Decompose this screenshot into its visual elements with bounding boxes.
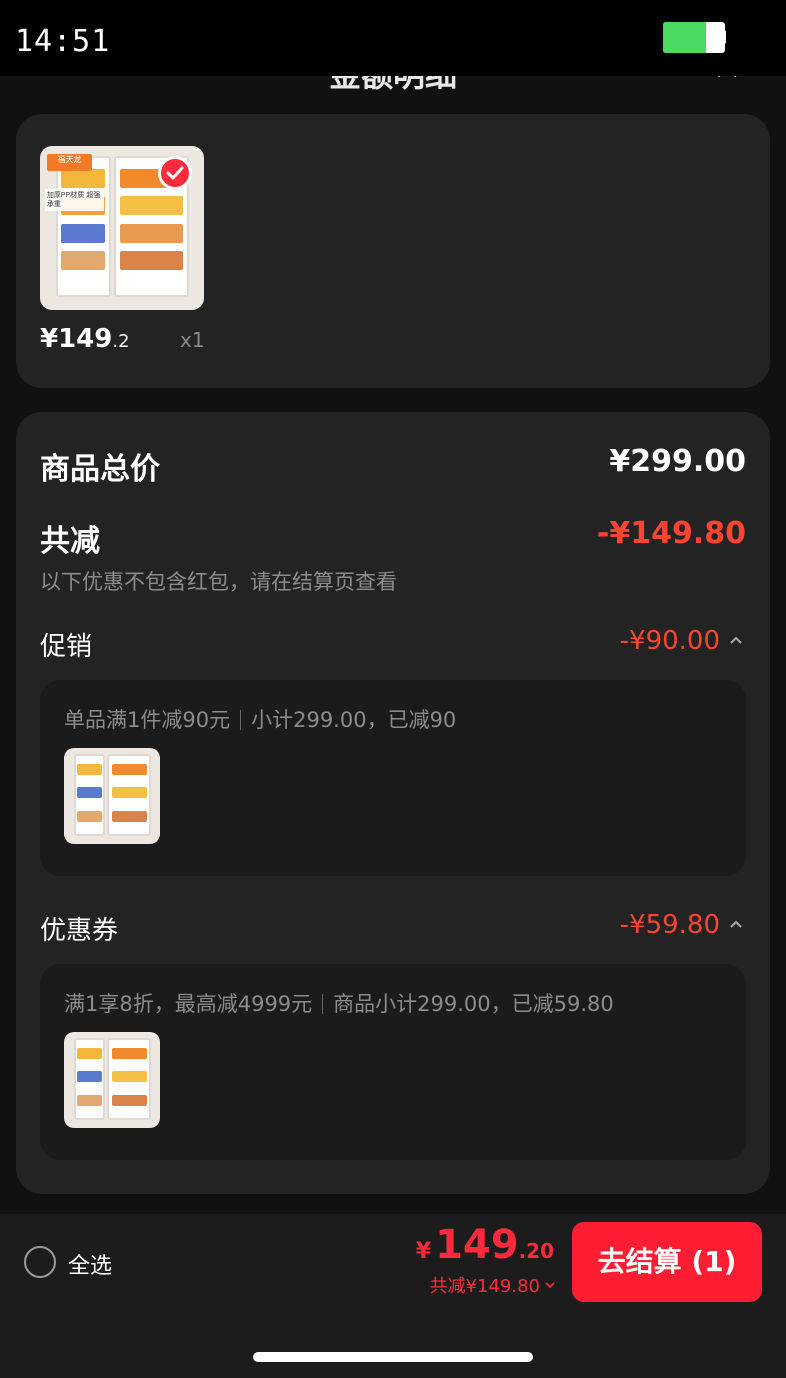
thumbnail-caption: 加厚PP材质 超强承重 [44, 188, 104, 211]
status-bar: 14:51 [0, 0, 786, 76]
coupon-rule: 满1享8折，最高减4999元 [64, 992, 313, 1016]
home-indicator [253, 1352, 533, 1362]
coupon-description: 满1享8折，最高减4999元 商品小计299.00，已减59.80 [64, 988, 614, 1018]
promotion-subtotal: 小计299.00，已减90 [251, 708, 457, 732]
product-card: 福天龙 加厚PP材质 超强承重 ¥149.2 x1 [16, 114, 770, 388]
promotion-description: 单品满1件减90元 小计299.00，已减90 [64, 704, 456, 734]
promotion-value: -¥90.00 [619, 626, 720, 656]
total-label: 商品总价 [40, 452, 160, 487]
product-quantity: x1 [180, 328, 205, 352]
chevron-up-icon [730, 636, 742, 644]
product-price-main: ¥149 [40, 324, 113, 354]
final-price-decimal: .20 [518, 1239, 554, 1263]
product-price-cents: .2 [112, 331, 130, 352]
chevron-up-icon [730, 920, 742, 928]
shelf-left-graphic [56, 155, 111, 297]
coupon-subtotal: 商品小计299.00，已减59.80 [333, 992, 614, 1016]
amount-detail-screen: 14:51 金额明细 ✕ 福天龙 加厚PP材质 超强承重 [0, 0, 786, 1378]
promotion-label: 促销 [40, 632, 93, 662]
coupon-product-thumbnail[interactable] [64, 1032, 160, 1128]
product-price: ¥149.2 [40, 324, 130, 354]
promotion-rule: 单品满1件减90元 [64, 708, 231, 732]
divider [322, 994, 324, 1014]
coupon-value: -¥59.80 [619, 910, 720, 940]
reduce-label: 共减 [40, 524, 100, 559]
selected-check-icon[interactable] [158, 156, 192, 190]
total-value: ¥299.00 [609, 444, 746, 479]
reduce-value: -¥149.80 [596, 516, 746, 551]
battery-cap [723, 30, 726, 44]
promotion-toggle[interactable]: -¥90.00 [620, 626, 744, 656]
final-price-integer: 149 [435, 1222, 519, 1268]
chevron-down-icon [545, 1282, 555, 1289]
coupon-toggle[interactable]: -¥59.80 [620, 910, 744, 940]
total-reduce-toggle[interactable]: 共减¥149.80 [430, 1272, 556, 1298]
battery-icon [663, 22, 725, 53]
promotion-detail-box: 单品满1件减90元 小计299.00，已减90 [40, 680, 746, 876]
promotion-product-thumbnail[interactable] [64, 748, 160, 844]
select-all-radio[interactable] [24, 1246, 56, 1278]
divider [240, 710, 242, 730]
final-price: ¥149.20 [416, 1222, 554, 1268]
coupon-label: 优惠券 [40, 916, 119, 946]
checkout-button[interactable]: 去结算 (1) [572, 1222, 762, 1302]
coupon-detail-box: 满1享8折，最高减4999元 商品小计299.00，已减59.80 [40, 964, 746, 1160]
select-all-label[interactable]: 全选 [68, 1248, 112, 1280]
battery-level-fill [663, 22, 707, 53]
price-summary-card: 商品总价 ¥299.00 共减 -¥149.80 以下优惠不包含红包，请在结算页… [16, 412, 770, 1194]
final-price-currency: ¥ [415, 1239, 432, 1264]
total-reduce-text: 共减¥149.80 [429, 1276, 540, 1297]
brand-tag: 福天龙 [46, 154, 93, 171]
status-time: 14:51 [15, 24, 111, 59]
reduce-note: 以下优惠不包含红包，请在结算页查看 [40, 570, 397, 594]
